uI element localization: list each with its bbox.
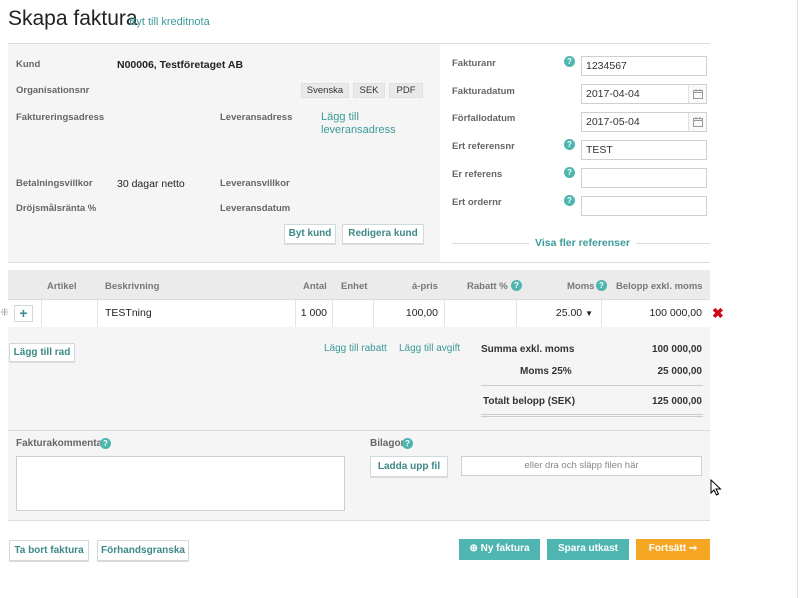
delivery-terms-label: Leveransvillkor (220, 178, 290, 189)
currency-pill[interactable]: SEK (353, 83, 385, 98)
help-icon[interactable]: ? (100, 438, 111, 449)
scrollbar-track[interactable] (797, 0, 798, 598)
divider (8, 262, 710, 263)
our-ref-input[interactable] (581, 168, 707, 188)
order-number-input[interactable] (581, 196, 707, 216)
comment-label: Fakturakommentar (16, 438, 107, 449)
attachments-label: Bilagor (370, 438, 405, 449)
your-ref-number-input[interactable]: TEST (581, 140, 707, 160)
continue-label: Fortsätt (648, 543, 687, 554)
file-drop-zone[interactable]: eller dra och släpp filen här (461, 456, 702, 476)
comment-textarea[interactable] (16, 456, 345, 511)
due-date-label: Förfallodatum (452, 113, 516, 124)
add-fee-link[interactable]: Lägg till avgift (399, 343, 460, 354)
col-price: á-pris (412, 281, 438, 292)
switch-to-credit-note-link[interactable]: Byt till kreditnota (129, 16, 210, 28)
total-label: Totalt belopp (SEK) (483, 396, 576, 407)
vat-value: 25 000,00 (657, 366, 703, 377)
plus-circle-icon: ⊕ (469, 543, 478, 554)
total-double-rule (481, 414, 703, 417)
col-quantity: Antal (303, 281, 327, 292)
calendar-icon[interactable] (688, 85, 706, 103)
payment-terms-value: 30 dagar netto (117, 178, 185, 190)
invoice-date-value: 2017-04-04 (586, 88, 640, 100)
invoice-date-label: Fakturadatum (452, 86, 515, 97)
invoice-date-input[interactable]: 2017-04-04 (581, 84, 707, 104)
caret-down-icon: ▼ (585, 309, 593, 318)
new-invoice-label: Ny faktura (480, 543, 530, 554)
format-pill[interactable]: PDF (389, 83, 423, 98)
change-customer-button[interactable]: Byt kund (284, 224, 336, 244)
help-icon[interactable]: ? (596, 280, 607, 291)
continue-button[interactable]: Fortsätt ➞ (636, 539, 710, 560)
preview-button[interactable]: Förhandsgranska (97, 540, 189, 561)
due-date-input[interactable]: 2017-05-04 (581, 112, 707, 132)
our-ref-label: Er referens (452, 169, 503, 180)
divider (481, 385, 703, 386)
add-discount-link[interactable]: Lägg till rabatt (324, 343, 387, 354)
help-icon[interactable]: ? (564, 139, 575, 150)
help-icon[interactable]: ? (564, 195, 575, 206)
row-vat-value: 25.00 (555, 307, 583, 319)
delete-row-icon[interactable]: ✖ (712, 305, 724, 322)
help-icon[interactable]: ? (511, 280, 522, 291)
col-discount: Rabatt % (467, 281, 508, 292)
row-price-cell[interactable]: 100,00 (374, 300, 445, 327)
subtotal-label: Summa exkl. moms (481, 344, 575, 355)
row-article-cell[interactable] (42, 300, 98, 327)
save-draft-button[interactable]: Spara utkast (547, 539, 629, 560)
payment-terms-label: Betalningsvillkor (16, 178, 93, 189)
order-number-label: Ert ordernr (452, 197, 502, 208)
total-value: 125 000,00 (651, 396, 702, 407)
row-unit-cell[interactable] (333, 300, 374, 327)
calendar-icon[interactable] (688, 113, 706, 131)
help-icon[interactable]: ? (564, 56, 575, 67)
your-ref-number-label: Ert referensnr (452, 141, 515, 152)
col-vat: Moms (567, 281, 595, 292)
vat-label: Moms 25% (520, 366, 572, 377)
col-article: Artikel (47, 281, 77, 292)
delivery-address-label: Leveransadress (220, 112, 293, 123)
delete-invoice-button[interactable]: Ta bort faktura (9, 540, 89, 561)
arrow-right-icon: ➞ (688, 543, 698, 554)
help-icon[interactable]: ? (402, 438, 413, 449)
row-description-cell[interactable]: TESTning (98, 300, 296, 327)
edit-customer-button[interactable]: Redigera kund (342, 224, 424, 244)
row-discount-cell[interactable] (445, 300, 517, 327)
help-icon[interactable]: ? (564, 167, 575, 178)
late-interest-label: Dröjsmålsränta % (16, 203, 97, 214)
col-amount: Belopp exkl. moms (616, 281, 703, 292)
subtotal-value: 100 000,00 (651, 344, 702, 355)
invoice-number-label: Fakturanr (452, 58, 496, 69)
due-date-value: 2017-05-04 (586, 116, 640, 128)
invoice-number-input[interactable]: 1234567 (581, 56, 707, 76)
delivery-date-label: Leveransdatum (220, 203, 291, 214)
show-more-references-link[interactable]: Visa fler referenser (529, 237, 636, 249)
language-pill[interactable]: Svenska (301, 83, 349, 98)
mouse-cursor-icon (710, 478, 722, 501)
row-amount-cell: 100 000,00 (602, 300, 710, 327)
upload-file-button[interactable]: Ladda upp fil (370, 456, 448, 477)
billing-address-label: Faktureringsadress (16, 112, 105, 123)
col-description: Beskrivning (105, 281, 160, 292)
add-row-button[interactable]: Lägg till rad (9, 343, 75, 362)
page-title: Skapa faktura (8, 7, 138, 30)
new-invoice-button[interactable]: ⊕ Ny faktura (459, 539, 540, 560)
row-vat-cell[interactable]: 25.00 ▼ (517, 300, 602, 327)
customer-label: Kund (16, 59, 41, 70)
col-unit: Enhet (341, 281, 368, 292)
row-quantity-cell[interactable]: 1 000 (296, 300, 333, 327)
customer-value: N00006, Testföretaget AB (117, 59, 244, 71)
org-number-label: Organisationsnr (16, 85, 90, 96)
add-delivery-address-link[interactable]: Lägg till leveransadress (321, 111, 401, 137)
expand-row-button[interactable]: + (14, 305, 33, 322)
